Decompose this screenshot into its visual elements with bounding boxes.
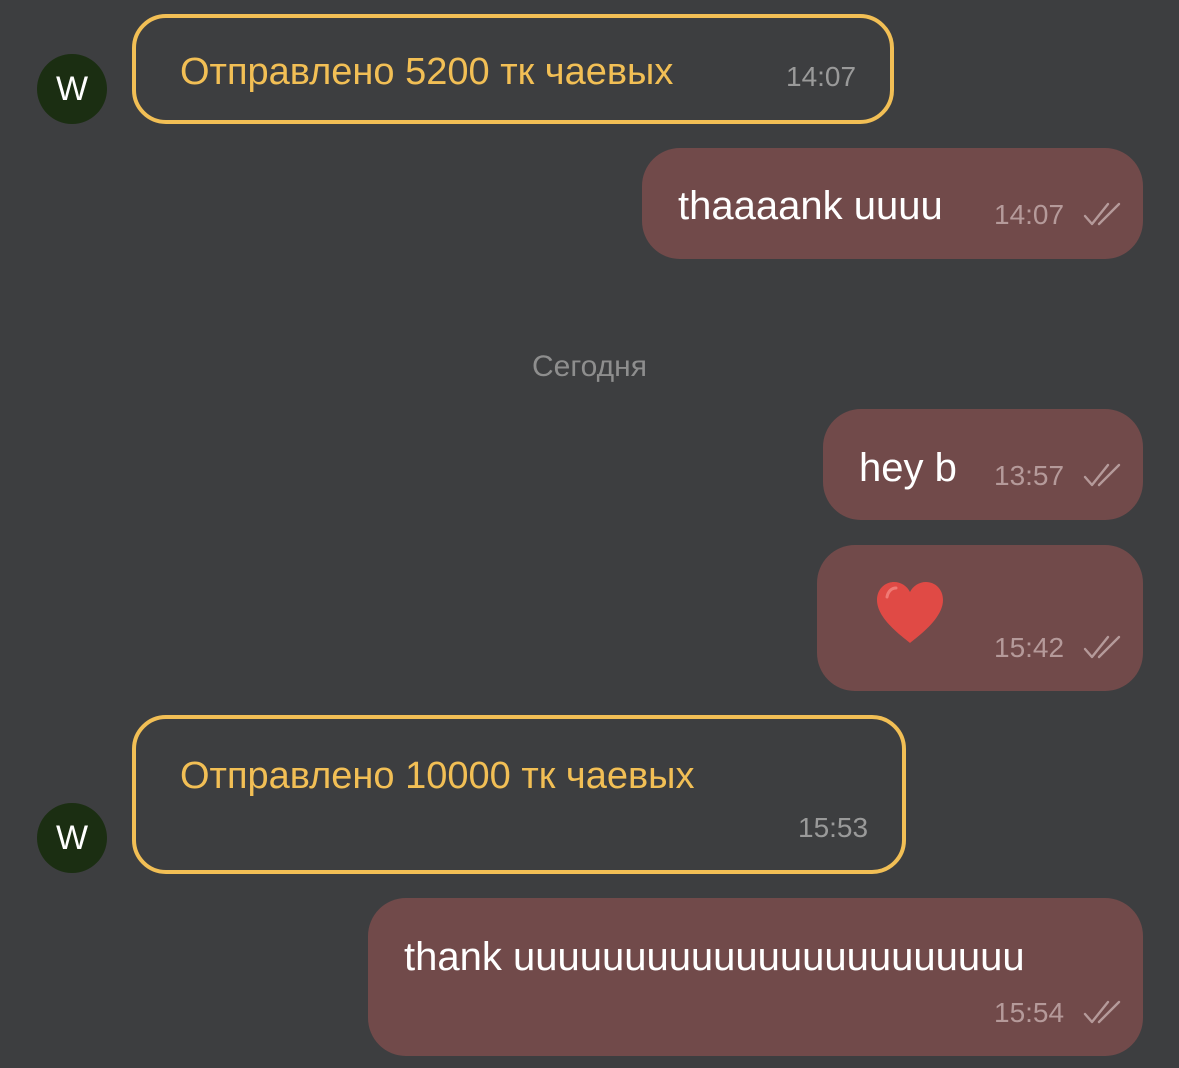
outgoing-message-bubble[interactable]: thaaaank uuuu 14:07	[642, 148, 1143, 259]
message-text: thank uuuuuuuuuuuuuuuuuuuuuuu	[404, 935, 1025, 979]
message-time: 15:42	[994, 632, 1065, 663]
outgoing-message-bubble[interactable]: thank uuuuuuuuuuuuuuuuuuuuuuu 15:54	[368, 898, 1143, 1056]
message-text: hey b	[859, 446, 957, 490]
double-check-icon	[1083, 202, 1121, 226]
message-text: thaaaank uuuu	[678, 184, 943, 228]
message-time: 14:07	[994, 199, 1065, 230]
double-check-icon	[1083, 635, 1121, 659]
outgoing-message-bubble[interactable]: 15:42	[817, 545, 1143, 691]
double-check-icon	[1083, 1000, 1121, 1024]
tip-message-text: Отправлено 10000 тк чаевых	[180, 755, 695, 797]
heart-icon	[877, 582, 943, 643]
message-time: 15:54	[994, 997, 1065, 1028]
avatar-letter: W	[55, 69, 89, 108]
tip-message-bubble[interactable]: Отправлено 5200 тк чаевых 14:07	[132, 14, 894, 124]
tip-message-text: Отправлено 5200 тк чаевых	[180, 51, 674, 93]
double-check-icon	[1083, 463, 1121, 487]
message-time: 13:57	[994, 460, 1065, 491]
avatar-letter: W	[55, 818, 89, 857]
outgoing-message-bubble[interactable]: hey b 13:57	[823, 409, 1143, 520]
date-separator: Сегодня	[532, 350, 647, 383]
chat-view: W Отправлено 5200 тк чаевых 14:07 thaaaa…	[0, 0, 1179, 1068]
tip-message-bubble[interactable]: Отправлено 10000 тк чаевых 15:53	[132, 715, 906, 874]
message-time: 15:53	[798, 812, 869, 843]
avatar[interactable]: W	[37, 54, 107, 124]
avatar[interactable]: W	[37, 803, 107, 873]
message-time: 14:07	[786, 61, 857, 92]
